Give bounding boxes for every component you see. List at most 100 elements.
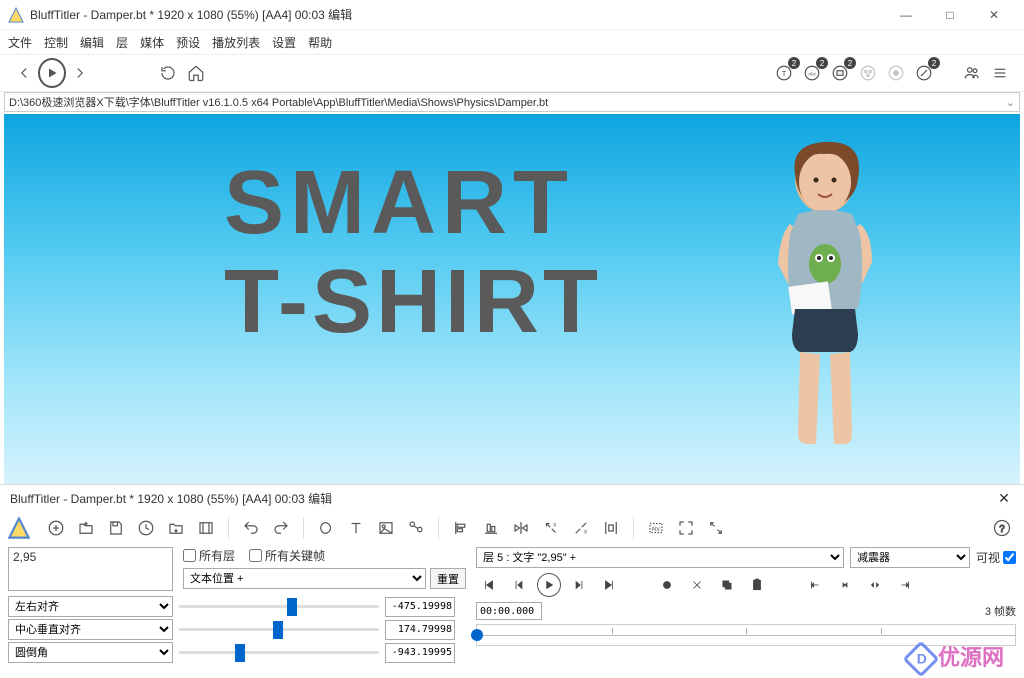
prev-button[interactable] xyxy=(10,59,38,87)
minimize-button[interactable]: — xyxy=(884,0,928,30)
value-3-input[interactable] xyxy=(385,643,455,663)
film-button[interactable] xyxy=(192,514,220,542)
menu-settings[interactable]: 设置 xyxy=(272,34,296,51)
close-button[interactable]: ✕ xyxy=(972,0,1016,30)
scale-down-button[interactable]: x xyxy=(537,514,565,542)
all-layers-checkbox[interactable]: 所有层 xyxy=(183,547,235,564)
refresh-button[interactable] xyxy=(154,59,182,87)
align3-select[interactable]: 圆倒角 xyxy=(8,642,173,663)
menu-preset[interactable]: 预设 xyxy=(176,34,200,51)
panel-titlebar: BluffTitler - Damper.bt * 1920 x 1080 (5… xyxy=(0,485,1024,511)
app-logo-icon xyxy=(8,517,30,539)
preview-viewport[interactable]: SMART T-SHIRT xyxy=(4,114,1020,484)
play-button-2[interactable] xyxy=(536,572,562,598)
all-keys-checkbox[interactable]: 所有关键帧 xyxy=(249,547,325,564)
image-tool-button[interactable]: 2 xyxy=(826,59,854,87)
path-input[interactable]: D:\360极速浏览器X下载\字体\BluffTitler v16.1.0.5 … xyxy=(4,92,1020,112)
window-title: BluffTitler - Damper.bt * 1920 x 1080 (5… xyxy=(30,6,884,23)
go-start-button[interactable] xyxy=(476,572,502,598)
align1-select[interactable]: 左右对齐 xyxy=(8,596,173,617)
menu-media[interactable]: 媒体 xyxy=(140,34,164,51)
shrink-button[interactable] xyxy=(832,572,858,598)
value-2-input[interactable] xyxy=(385,620,455,640)
align2-select[interactable]: 中心垂直对齐 xyxy=(8,619,173,640)
picture-button[interactable] xyxy=(372,514,400,542)
menu-layer[interactable]: 层 xyxy=(116,34,128,51)
open-button[interactable] xyxy=(72,514,100,542)
record-key-button[interactable] xyxy=(654,572,680,598)
svg-text:x: x xyxy=(553,523,556,529)
nodes-button[interactable] xyxy=(402,514,430,542)
reset-button[interactable]: 重置 xyxy=(430,568,466,589)
abc-box-button[interactable]: Abc xyxy=(642,514,670,542)
slider-3[interactable] xyxy=(179,645,379,661)
titlebar: BluffTitler - Damper.bt * 1920 x 1080 (5… xyxy=(0,0,1024,30)
mark-out-button[interactable] xyxy=(892,572,918,598)
record-tool-button[interactable] xyxy=(882,59,910,87)
path-text: D:\360极速浏览器X下载\字体\BluffTitler v16.1.0.5 … xyxy=(9,94,548,110)
delete-key-button[interactable] xyxy=(684,572,710,598)
value-1-input[interactable] xyxy=(385,597,455,617)
panel-title: BluffTitler - Damper.bt * 1920 x 1080 (5… xyxy=(10,490,994,507)
abc-tool-button[interactable]: Abc2 xyxy=(798,59,826,87)
chevron-down-icon[interactable]: ⌄ xyxy=(1006,96,1015,109)
maximize-button[interactable]: □ xyxy=(928,0,972,30)
layer-select[interactable]: 层 5 : 文字 "2,95" + xyxy=(476,547,844,568)
preview-text: SMART T-SHIRT xyxy=(224,154,602,352)
slider-1[interactable] xyxy=(179,599,379,615)
add-button[interactable] xyxy=(42,514,70,542)
align-bottom-button[interactable] xyxy=(477,514,505,542)
step-back-button[interactable] xyxy=(506,572,532,598)
menu-playlist[interactable]: 播放列表 xyxy=(212,34,260,51)
menu-help[interactable]: 帮助 xyxy=(308,34,332,51)
visible-checkbox[interactable]: 可视 xyxy=(976,549,1016,566)
grow-button[interactable] xyxy=(862,572,888,598)
undo-button[interactable] xyxy=(237,514,265,542)
history-button[interactable] xyxy=(132,514,160,542)
text-tool-button[interactable]: T2 xyxy=(770,59,798,87)
save-button[interactable] xyxy=(102,514,130,542)
panel-close-button[interactable]: ✕ xyxy=(994,490,1014,507)
fullscreen-button[interactable] xyxy=(672,514,700,542)
main-toolbar: T2 Abc2 2 2 xyxy=(0,54,1024,92)
export-button[interactable] xyxy=(162,514,190,542)
svg-text:Abc: Abc xyxy=(651,526,660,532)
menu-file[interactable]: 文件 xyxy=(8,34,32,51)
text-value-input[interactable]: 2,95 xyxy=(8,547,173,591)
wand-tool-button[interactable]: 2 xyxy=(910,59,938,87)
paste-key-button[interactable] xyxy=(744,572,770,598)
slider-2[interactable] xyxy=(179,622,379,638)
frame-count: 3 帧数 xyxy=(985,603,1016,619)
menu-control[interactable]: 控制 xyxy=(44,34,68,51)
play-button[interactable] xyxy=(38,59,66,87)
svg-text:T: T xyxy=(782,69,787,78)
menu-edit[interactable]: 编辑 xyxy=(80,34,104,51)
mark-in-button[interactable] xyxy=(802,572,828,598)
blob-button[interactable] xyxy=(312,514,340,542)
flip-h-button[interactable] xyxy=(507,514,535,542)
badge: 2 xyxy=(928,57,940,69)
align-vertical-button[interactable] xyxy=(597,514,625,542)
svg-text:Abc: Abc xyxy=(808,71,817,76)
menu-button[interactable] xyxy=(986,59,1014,87)
timecode-input[interactable] xyxy=(476,602,542,620)
redo-button[interactable] xyxy=(267,514,295,542)
person-graphic xyxy=(720,134,920,484)
expand-button[interactable] xyxy=(702,514,730,542)
effect-select[interactable]: 减震器 xyxy=(850,547,970,568)
go-end-button[interactable] xyxy=(596,572,622,598)
copy-key-button[interactable] xyxy=(714,572,740,598)
help-button[interactable]: ? xyxy=(988,514,1016,542)
align-left-button[interactable] xyxy=(447,514,475,542)
text-button[interactable] xyxy=(342,514,370,542)
home-button[interactable] xyxy=(182,59,210,87)
panel-toolbar: x x Abc ? xyxy=(0,511,1024,545)
scale-up-button[interactable]: x xyxy=(567,514,595,542)
property-select[interactable]: 文本位置 + xyxy=(183,568,426,589)
bottom-panel: BluffTitler - Damper.bt * 1920 x 1080 (5… xyxy=(0,484,1024,666)
step-fwd-button[interactable] xyxy=(566,572,592,598)
watermark-icon xyxy=(903,641,940,678)
users-button[interactable] xyxy=(958,59,986,87)
share-tool-button[interactable] xyxy=(854,59,882,87)
next-button[interactable] xyxy=(66,59,94,87)
